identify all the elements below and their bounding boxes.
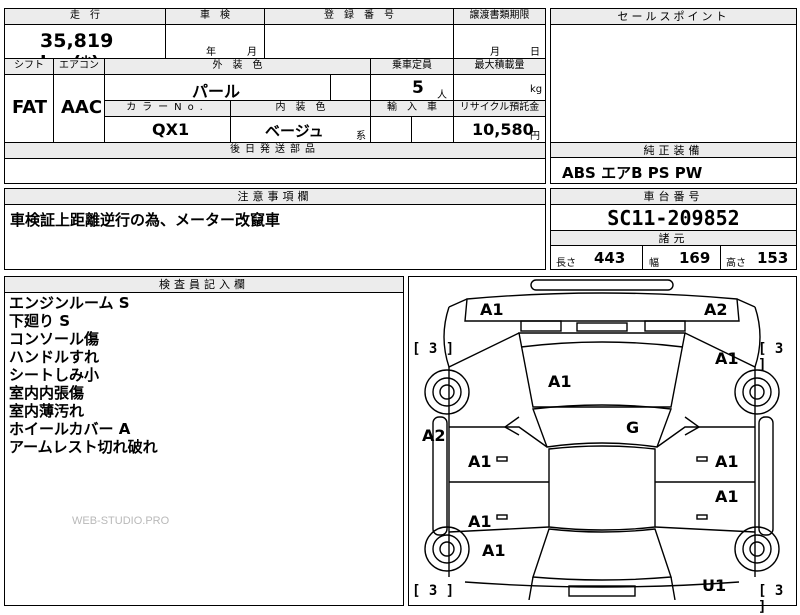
interior-color-header: 内 装 色 bbox=[231, 101, 370, 116]
notice-header: 注意事項欄 bbox=[5, 189, 545, 205]
max-load-header: 最大積載量 bbox=[454, 59, 545, 74]
registration-header: 登 録 番 号 bbox=[265, 9, 453, 24]
chassis-header: 車台番号 bbox=[551, 189, 796, 205]
mark-front-right-fender: A1 bbox=[715, 349, 739, 368]
mark-tire-front-left: [ 3 ] bbox=[412, 341, 455, 357]
height-label: 高さ bbox=[726, 258, 746, 269]
inspection-month-label: 月 bbox=[247, 47, 257, 58]
dimensions-header: 諸元 bbox=[551, 231, 796, 246]
selling-points-header: セールスポイント bbox=[551, 9, 796, 25]
transfer-day-label: 日 bbox=[530, 47, 540, 58]
mark-right-front-door: A1 bbox=[715, 452, 739, 471]
auction-sheet: { "top": { "mileage_header": "走 行", "mil… bbox=[0, 0, 800, 615]
genuine-equipment-header: 純正装備 bbox=[551, 143, 796, 158]
inspection-header: 車 検 bbox=[166, 9, 264, 24]
inspector-note-line: 室内薄汚れ bbox=[9, 402, 85, 420]
aircon-header: エアコン bbox=[54, 59, 104, 74]
mark-hood: A1 bbox=[548, 372, 572, 391]
inspector-note-line: シートしみ小 bbox=[9, 366, 100, 384]
car-outline-diagram bbox=[424, 279, 780, 600]
shift-header: シフト bbox=[5, 59, 53, 74]
width-label: 幅 bbox=[649, 258, 659, 269]
transfer-month-label: 月 bbox=[490, 47, 500, 58]
later-parts-header: 後日発送部品 bbox=[5, 143, 545, 158]
mark-left-rear-fender: A1 bbox=[482, 541, 506, 560]
inspector-note-line: アームレスト切れ破れ bbox=[9, 438, 158, 456]
inspection-year-label: 年 bbox=[206, 47, 216, 58]
color-no-header: カラーNo. bbox=[105, 101, 230, 116]
transfer-deadline-header: 譲渡書類期限 bbox=[454, 9, 545, 24]
mark-tire-front-right: [ 3 ] bbox=[758, 341, 784, 373]
inspector-note-line: エンジンルーム S bbox=[9, 294, 130, 312]
width-value: 169 bbox=[679, 249, 711, 267]
genuine-equipment-value: ABS エアB PS PW bbox=[562, 164, 703, 182]
interior-color-suffix: 系 bbox=[356, 131, 366, 142]
mark-roof: G bbox=[626, 418, 640, 437]
mark-left-rear-door: A1 bbox=[468, 512, 492, 531]
notice-text: 車検証上距離逆行の為、メーター改竄車 bbox=[10, 211, 281, 229]
import-car-header: 輸 入 車 bbox=[371, 101, 453, 116]
mark-rear-right: U1 bbox=[702, 576, 727, 595]
inspector-note-line: 下廻り S bbox=[9, 312, 71, 330]
inspector-notes-header: 検査員記入欄 bbox=[5, 277, 403, 293]
mark-left-front-fender: A2 bbox=[422, 426, 446, 445]
mark-tire-rear-left: [ 3 ] bbox=[412, 583, 455, 599]
color-no-value: QX1 bbox=[152, 120, 190, 139]
length-value: 443 bbox=[594, 249, 626, 267]
recycle-fee-value: 10,580 bbox=[472, 120, 534, 139]
aircon-value: AAC bbox=[61, 97, 103, 118]
inspector-note-line: ホイールカバー A bbox=[9, 420, 131, 438]
watermark: WEB-STUDIO.PRO bbox=[72, 515, 170, 527]
inspector-note-line: コンソール傷 bbox=[9, 330, 100, 348]
inspector-note-line: ハンドルすれ bbox=[9, 348, 100, 366]
inspector-notes-list: エンジンルーム S 下廻り S コンソール傷 ハンドルすれ シートしみ小 室内内… bbox=[9, 294, 158, 456]
mark-right-rear-door: A1 bbox=[715, 487, 739, 506]
recycle-fee-header: リサイクル預託金 bbox=[454, 101, 545, 116]
shift-value: FAT bbox=[12, 97, 48, 118]
mark-front-left-corner: A1 bbox=[480, 300, 504, 319]
exterior-color-value: パール bbox=[192, 82, 241, 101]
mark-front-right-corner: A2 bbox=[704, 300, 728, 319]
interior-color-value: ベージュ bbox=[265, 122, 324, 140]
recycle-fee-unit: 円 bbox=[530, 131, 540, 142]
seating-unit: 人 bbox=[437, 90, 447, 101]
mileage-value: 35,819 km(*) bbox=[40, 30, 114, 74]
seating-capacity-value: 5 bbox=[412, 78, 424, 98]
exterior-color-header: 外 装 色 bbox=[105, 59, 370, 74]
chassis-value: SC11-209852 bbox=[607, 206, 740, 230]
mileage-header: 走 行 bbox=[5, 9, 165, 24]
mark-tire-rear-right: [ 3 ] bbox=[758, 583, 784, 615]
mark-left-front-door: A1 bbox=[468, 452, 492, 471]
seating-capacity-header: 乗車定員 bbox=[371, 59, 453, 74]
inspector-note-line: 室内内張傷 bbox=[9, 384, 85, 402]
length-label: 長さ bbox=[556, 258, 576, 269]
height-value: 153 bbox=[757, 249, 789, 267]
max-load-unit: kg bbox=[530, 84, 543, 95]
